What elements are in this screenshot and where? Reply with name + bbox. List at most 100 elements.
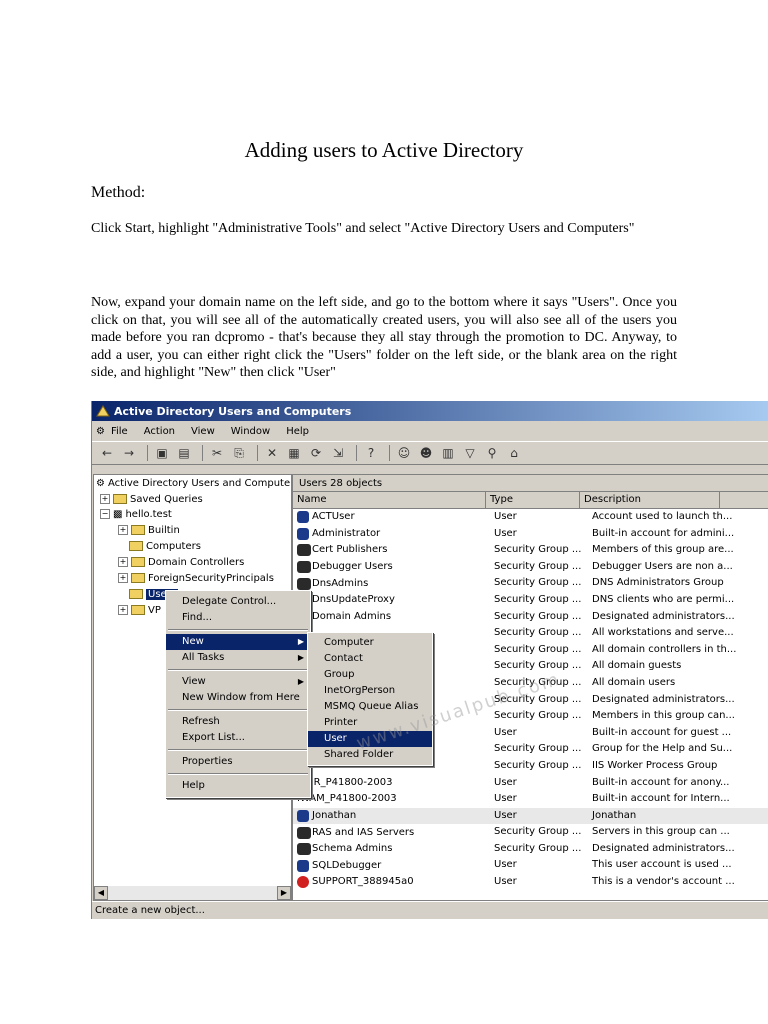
expand-icon[interactable]: +	[100, 494, 110, 504]
tree-item-label: Builtin	[148, 524, 180, 536]
tree-horizontal-scrollbar[interactable]: ◀ ▶	[94, 885, 291, 900]
table-row[interactable]: DnsAdmins Security Group ... DNS Administr…	[293, 575, 768, 592]
menu-item-delegate-control[interactable]: Delegate Control...	[166, 594, 310, 610]
menu-help[interactable]: Help	[286, 426, 309, 437]
menu-item-find[interactable]: Find...	[166, 610, 310, 626]
table-row[interactable]: Domain Admins Security Group ... Designate…	[293, 609, 768, 626]
table-row[interactable]: IWAM_P41800-2003 User Built-in account for…	[293, 791, 768, 808]
row-description: Built-in account for Intern...	[592, 793, 730, 805]
export-icon[interactable]: ⇲	[329, 445, 347, 461]
up-folder-icon[interactable]: ▣	[153, 445, 171, 461]
row-description: DNS Administrators Group	[592, 577, 724, 589]
menu-item-new-window[interactable]: New Window from Here	[166, 690, 310, 706]
delete-icon[interactable]: ✕	[263, 445, 281, 461]
expand-icon[interactable]: +	[118, 573, 128, 583]
add-to-group-icon[interactable]: ⌂	[505, 445, 523, 461]
table-row[interactable]: ACTUser User Account used to launch th...	[293, 509, 768, 526]
submenu-item-group[interactable]: Group	[308, 667, 432, 683]
menu-item-all-tasks[interactable]: All Tasks ▶	[166, 650, 310, 666]
tree-item-label: hello.test	[125, 508, 172, 520]
properties-icon[interactable]: ▦	[285, 445, 303, 461]
tree-item-saved-queries[interactable]: + Saved Queries	[100, 491, 203, 507]
menu-item-new[interactable]: New ▶	[166, 634, 310, 650]
expand-icon[interactable]: +	[118, 605, 128, 615]
column-header-name[interactable]: Name	[293, 492, 486, 508]
filter-icon[interactable]: ▽	[461, 445, 479, 461]
row-name: Jonathan	[312, 809, 357, 821]
table-row[interactable]: RAS and IAS Servers Security Group ... Ser…	[293, 824, 768, 841]
menu-item-refresh[interactable]: Refresh	[166, 714, 310, 730]
tree-root[interactable]: ⚙ Active Directory Users and Computers	[96, 475, 291, 491]
tree-item-computers[interactable]: Computers	[129, 538, 201, 554]
submenu-item-user[interactable]: User	[308, 731, 432, 747]
aduc-app-icon	[96, 405, 110, 417]
submenu-arrow-icon: ▶	[297, 653, 304, 662]
scroll-left-icon[interactable]: ◀	[94, 886, 108, 900]
row-name: IUSR_P41800-2003	[297, 776, 393, 788]
back-icon[interactable]: ←	[98, 445, 116, 461]
tree-item-domain[interactable]: − ▩ hello.test	[100, 506, 172, 522]
tree-item-builtin[interactable]: + Builtin	[118, 522, 180, 538]
table-row[interactable]: Administrator User Built-in account for ad…	[293, 526, 768, 543]
instructions-paragraph: Now, expand your domain name on the left…	[91, 295, 677, 380]
table-row[interactable]: Cert Publishers Security Group ... Members…	[293, 542, 768, 559]
tree-item-domain-controllers[interactable]: + Domain Controllers	[118, 554, 244, 570]
table-row[interactable]: IUSR_P41800-2003 User Built-in account for…	[293, 775, 768, 792]
table-row[interactable]: Debugger Users Security Group ... Debugger…	[293, 559, 768, 576]
show-tree-icon[interactable]: ▤	[175, 445, 193, 461]
menu-file[interactable]: File	[111, 426, 128, 437]
menu-bar: ⚙ File Action View Window Help	[92, 421, 768, 442]
table-row[interactable]: Jonathan User Jonathan	[293, 807, 768, 825]
menu-item-properties[interactable]: Properties	[166, 754, 310, 770]
tree-item-foreign-principals[interactable]: + ForeignSecurityPrincipals	[118, 570, 274, 586]
row-description: Designated administrators...	[592, 693, 735, 705]
expand-icon[interactable]: +	[118, 525, 128, 535]
table-row[interactable]: DnsUpdateProxy Security Group ... DNS clie…	[293, 592, 768, 609]
submenu-item-shared-folder[interactable]: Shared Folder	[308, 747, 432, 763]
table-row[interactable]: Schema Admins Security Group ... Designate…	[293, 841, 768, 858]
copy-icon[interactable]: ⎘	[230, 445, 248, 461]
submenu-item-msmq-queue-alias[interactable]: MSMQ Queue Alias	[308, 699, 432, 715]
row-name: Administrator	[312, 527, 381, 539]
expand-icon[interactable]: +	[118, 557, 128, 567]
row-type: Security Group ...	[494, 842, 582, 854]
table-row[interactable]: SUPPORT_388945a0 User This is a vendor's a…	[293, 874, 768, 891]
cut-icon[interactable]: ✂	[208, 445, 226, 461]
new-ou-icon[interactable]: ▥	[439, 445, 457, 461]
column-header-description[interactable]: Description	[580, 492, 720, 508]
table-row[interactable]: SQLDebugger User This user account is used…	[293, 857, 768, 874]
tree-item-label: Domain Controllers	[148, 556, 245, 568]
new-group-icon[interactable]: ☻	[417, 445, 435, 461]
menu-item-export-list[interactable]: Export List...	[166, 730, 310, 746]
menu-view[interactable]: View	[191, 426, 215, 437]
menu-item-help[interactable]: Help	[166, 778, 310, 794]
row-type: User	[494, 876, 517, 888]
collapse-icon[interactable]: −	[100, 509, 110, 519]
refresh-icon[interactable]: ⟳	[307, 445, 325, 461]
submenu-item-computer[interactable]: Computer	[308, 635, 432, 651]
help-icon[interactable]: ?	[362, 445, 380, 461]
column-headers: Name Type Description	[293, 492, 768, 509]
row-description: Designated administrators...	[592, 610, 735, 622]
row-name: SQLDebugger	[312, 859, 382, 871]
column-header-type[interactable]: Type	[486, 492, 580, 508]
menu-action[interactable]: Action	[144, 426, 175, 437]
forward-icon[interactable]: →	[120, 445, 138, 461]
row-name-cell: Domain Admins	[293, 609, 490, 626]
submenu-item-printer[interactable]: Printer	[308, 715, 432, 731]
menu-separator	[168, 749, 308, 751]
tree-item-label: Computers	[146, 540, 201, 552]
group-icon	[297, 561, 311, 574]
row-description: This is a vendor's account ...	[592, 876, 735, 888]
tree-item-vp[interactable]: + VP	[118, 602, 161, 618]
app-menu-icon[interactable]: ⚙	[96, 426, 105, 437]
submenu-item-inetorgperson[interactable]: InetOrgPerson	[308, 683, 432, 699]
submenu-item-contact[interactable]: Contact	[308, 651, 432, 667]
menu-item-view[interactable]: View ▶	[166, 674, 310, 690]
menu-window[interactable]: Window	[231, 426, 270, 437]
window-titlebar[interactable]: Active Directory Users and Computers	[92, 401, 768, 421]
find-icon[interactable]: ⚲	[483, 445, 501, 461]
scroll-right-icon[interactable]: ▶	[277, 886, 291, 900]
new-user-icon[interactable]: ☺	[395, 445, 413, 461]
row-type: Security Group ...	[494, 544, 582, 556]
